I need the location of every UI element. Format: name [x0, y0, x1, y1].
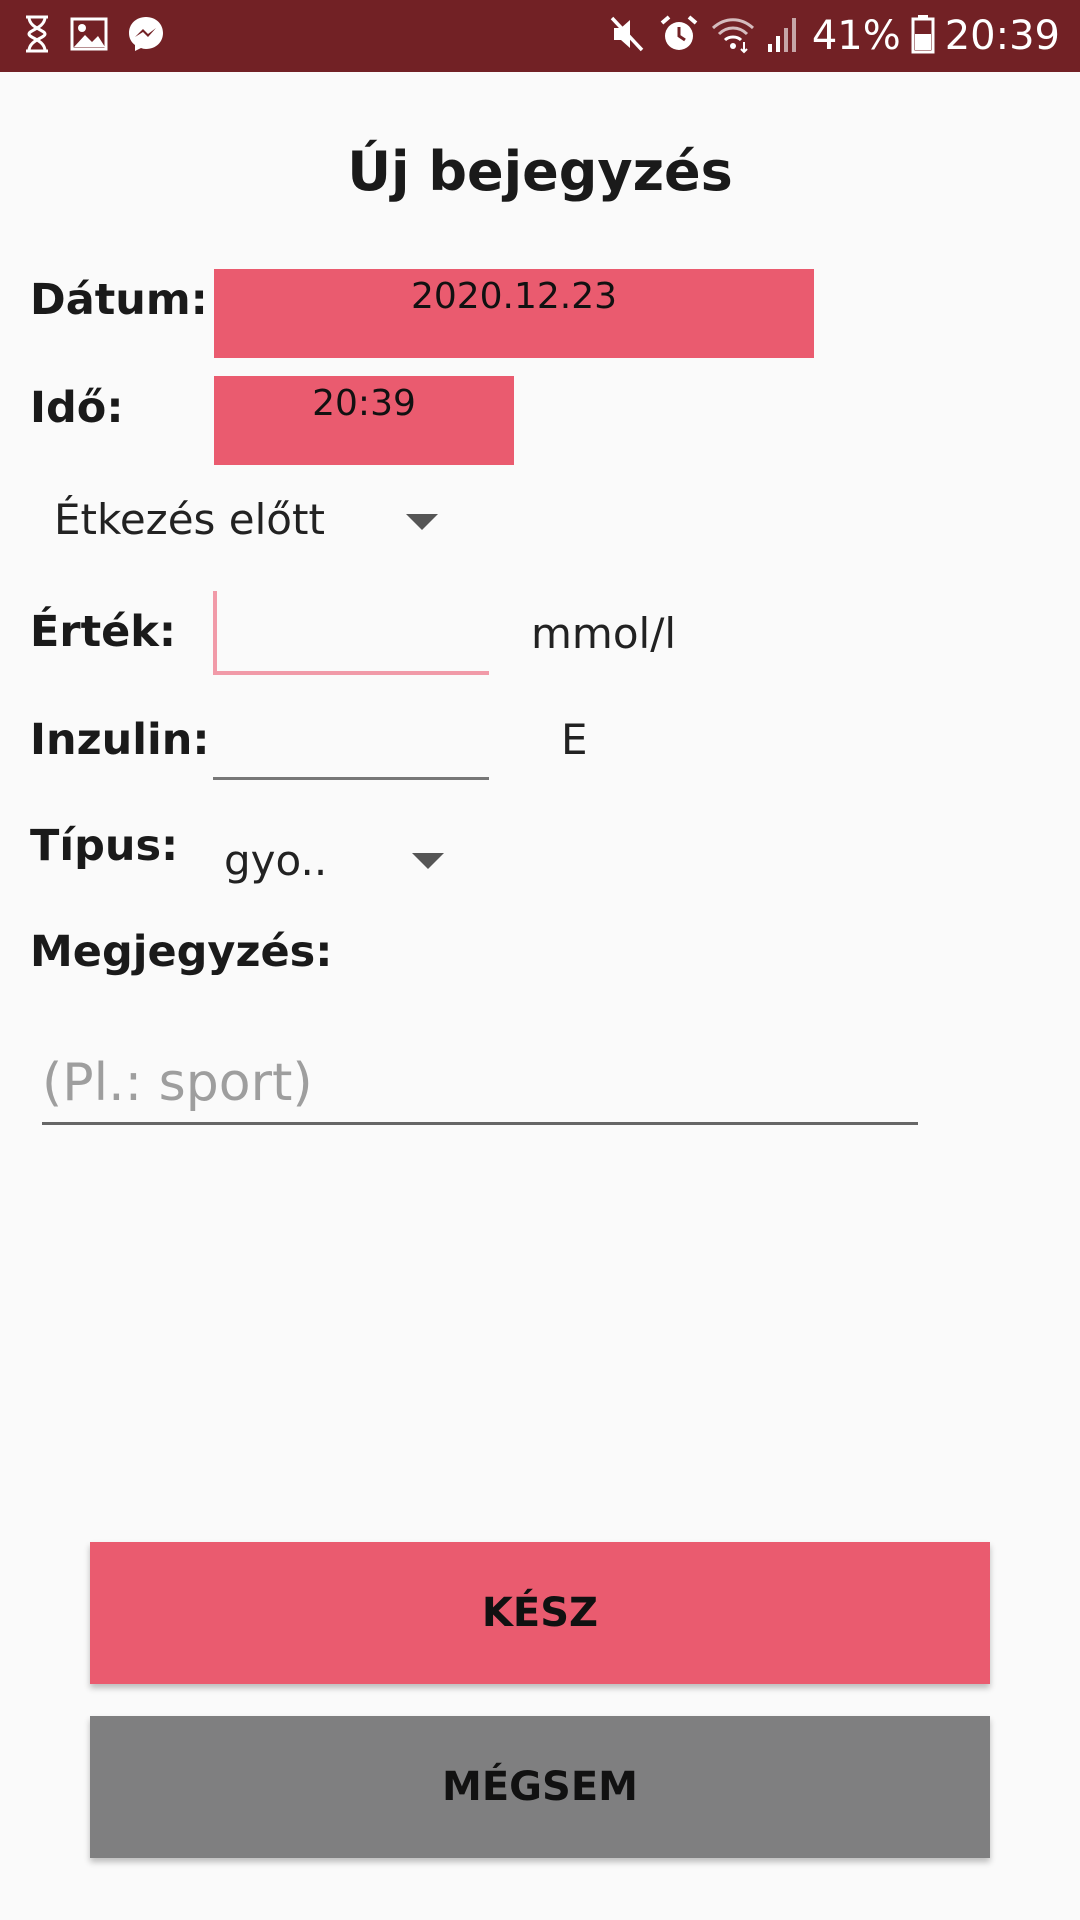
date-picker-button[interactable]: 2020.12.23 — [214, 269, 814, 358]
insulin-input[interactable] — [213, 700, 489, 780]
insulin-unit: E — [561, 715, 588, 764]
mute-icon — [608, 14, 648, 58]
signal-icon — [766, 14, 802, 58]
time-label: Idő: — [30, 383, 124, 433]
date-label: Dátum: — [30, 275, 208, 325]
type-label: Típus: — [30, 821, 179, 871]
status-bar-left — [22, 14, 166, 58]
meal-timing-dropdown[interactable]: Étkezés előtt — [54, 490, 454, 550]
alarm-icon — [658, 13, 700, 59]
value-unit: mmol/l — [531, 609, 677, 658]
status-time: 20:39 — [944, 13, 1060, 59]
image-icon — [70, 17, 108, 55]
value-label: Érték: — [30, 607, 177, 657]
done-button[interactable]: KÉSZ — [90, 1542, 990, 1684]
status-bar-right: 41% 20:39 — [608, 10, 1060, 62]
battery-icon — [911, 14, 935, 58]
cancel-button[interactable]: MÉGSEM — [90, 1716, 990, 1858]
insulin-label: Inzulin: — [30, 715, 210, 765]
dropdown-arrow-icon — [406, 514, 438, 530]
insulin-type-value: gyo.. — [224, 836, 328, 885]
page-title: Új bejegyzés — [347, 140, 733, 203]
insulin-type-dropdown[interactable]: gyo.. — [224, 831, 454, 891]
meal-timing-value: Étkezés előtt — [54, 495, 325, 544]
hourglass-icon — [22, 14, 52, 58]
note-label: Megjegyzés: — [30, 927, 333, 977]
glucose-value-input[interactable] — [213, 591, 489, 675]
dropdown-arrow-icon — [412, 853, 444, 869]
wifi-icon — [710, 14, 756, 58]
battery-percent: 41% — [811, 13, 901, 59]
note-input[interactable]: (Pl.: sport) — [42, 1048, 918, 1125]
time-picker-button[interactable]: 20:39 — [214, 376, 514, 465]
status-bar: 41% 20:39 — [0, 0, 1080, 72]
messenger-icon — [126, 14, 166, 58]
